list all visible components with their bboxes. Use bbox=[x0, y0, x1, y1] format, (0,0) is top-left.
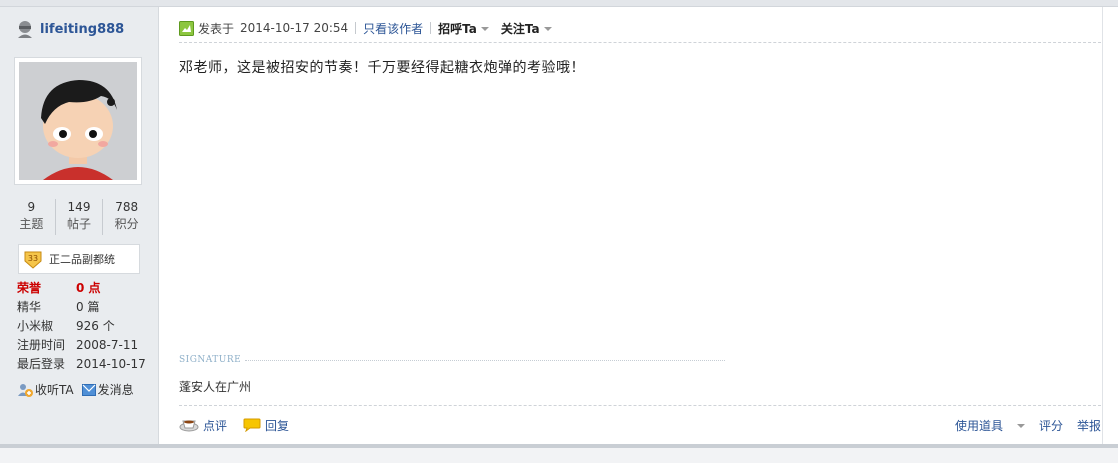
rate-button[interactable]: 点评 bbox=[179, 417, 227, 434]
chevron-down-icon bbox=[1016, 424, 1025, 428]
chevron-down-icon bbox=[543, 27, 552, 31]
rate-label: 点评 bbox=[203, 418, 228, 433]
info-row-digest: 精华 0 篇 bbox=[17, 298, 157, 317]
follow-user-label: 收听TA bbox=[35, 383, 74, 397]
right-border bbox=[1102, 7, 1103, 444]
stat-points-value: 788 bbox=[115, 200, 139, 214]
info-key: 注册时间 bbox=[17, 338, 66, 352]
rank-badge-icon: 33 bbox=[24, 251, 42, 269]
user-sidebar: lifeiting888 9 主题 149 帖子 788 积分 33 正二品副都… bbox=[0, 7, 159, 444]
posted-prefix: 发表于 bbox=[198, 21, 235, 36]
info-row-pepper: 小米椒 926 个 bbox=[17, 317, 157, 336]
chevron-down-icon bbox=[480, 27, 489, 31]
info-value: 926 个 bbox=[76, 319, 115, 333]
avatar-frame[interactable] bbox=[14, 57, 142, 185]
coffee-cup-icon bbox=[179, 420, 199, 432]
username-link[interactable]: lifeiting888 bbox=[40, 22, 124, 37]
info-key: 最后登录 bbox=[17, 357, 66, 371]
stat-posts[interactable]: 149 帖子 bbox=[56, 199, 104, 235]
post-content: 邓老师，这是被招安的节奏！千万要经得起糖衣炮弹的考验哦！ bbox=[179, 60, 585, 76]
stat-topics-label: 主题 bbox=[19, 217, 44, 231]
post-status-icon bbox=[179, 20, 194, 36]
signature-dotted-line bbox=[245, 359, 725, 361]
stat-points-label: 积分 bbox=[114, 217, 139, 231]
post-footer: 点评 回复 使用道具 评分 举报 bbox=[179, 414, 1101, 436]
info-key: 荣誉 bbox=[17, 281, 42, 295]
post-meta-bar: 发表于 2014-10-17 20:54 只看该作者 招呼Ta 关注Ta bbox=[179, 14, 1101, 43]
only-author-link[interactable]: 只看该作者 bbox=[363, 20, 423, 37]
stat-posts-label: 帖子 bbox=[67, 217, 92, 231]
send-message-label: 发消息 bbox=[97, 383, 134, 397]
reply-button[interactable]: 回复 bbox=[243, 417, 289, 434]
info-value: 2014-10-17 bbox=[76, 357, 146, 371]
greet-button[interactable]: 招呼Ta bbox=[438, 20, 489, 37]
report-button[interactable]: 举报 bbox=[1077, 417, 1101, 434]
info-value: 0 点 bbox=[76, 281, 101, 295]
use-tools-label: 使用道具 bbox=[954, 418, 1003, 433]
info-value: 2008-7-11 bbox=[76, 338, 139, 352]
rank-title: 正二品副都统 bbox=[49, 253, 115, 266]
avatar[interactable] bbox=[19, 62, 137, 180]
bottom-area bbox=[0, 448, 1118, 463]
rank-badge-box: 33 正二品副都统 bbox=[18, 244, 140, 274]
user-header: lifeiting888 bbox=[15, 18, 124, 40]
signature-label: SIGNATURE bbox=[179, 355, 242, 365]
divider bbox=[430, 22, 432, 34]
follow-icon bbox=[18, 383, 33, 397]
follow-ta-button[interactable]: 关注Ta bbox=[501, 20, 552, 37]
posted-time: 2014-10-17 20:54 bbox=[240, 21, 349, 35]
user-online-icon bbox=[18, 21, 32, 38]
follow-user-button[interactable]: 收听TA bbox=[17, 381, 74, 398]
avatar-image bbox=[19, 62, 137, 180]
signature-text: 蓬安人在广州 bbox=[179, 380, 252, 394]
info-key: 小米椒 bbox=[17, 319, 54, 333]
info-row-register: 注册时间 2008-7-11 bbox=[17, 336, 157, 355]
footer-divider bbox=[179, 405, 1101, 406]
info-row-last-login: 最后登录 2014-10-17 bbox=[17, 355, 157, 374]
stat-topics-value: 9 bbox=[27, 200, 36, 214]
info-value: 0 篇 bbox=[76, 300, 100, 314]
footer-right-actions: 使用道具 评分 举报 bbox=[927, 414, 1101, 436]
stat-topics[interactable]: 9 主题 bbox=[8, 199, 56, 235]
user-stats: 9 主题 149 帖子 788 积分 bbox=[8, 199, 150, 235]
send-message-button[interactable]: 发消息 bbox=[81, 381, 134, 398]
rank-level: 33 bbox=[28, 254, 38, 263]
stat-posts-value: 149 bbox=[67, 200, 91, 214]
follow-ta-label: 关注Ta bbox=[500, 21, 540, 36]
stat-points[interactable]: 788 积分 bbox=[103, 199, 150, 235]
info-key: 精华 bbox=[17, 300, 42, 314]
use-tools-button[interactable]: 使用道具 bbox=[941, 417, 1025, 434]
reply-label: 回复 bbox=[265, 418, 290, 433]
signature-divider: SIGNATURE bbox=[179, 353, 725, 367]
envelope-icon bbox=[81, 383, 96, 396]
user-actions: 收听TA 发消息 bbox=[17, 381, 142, 398]
greet-label: 招呼Ta bbox=[438, 21, 477, 36]
info-row-honor: 荣誉 0 点 bbox=[17, 279, 157, 298]
user-info-list: 荣誉 0 点 精华 0 篇 小米椒 926 个 注册时间 2008-7-11 最… bbox=[17, 279, 157, 374]
top-border-line bbox=[0, 6, 1118, 7]
divider bbox=[355, 22, 357, 34]
score-button[interactable]: 评分 bbox=[1039, 417, 1063, 434]
speech-bubble-icon bbox=[243, 418, 261, 432]
